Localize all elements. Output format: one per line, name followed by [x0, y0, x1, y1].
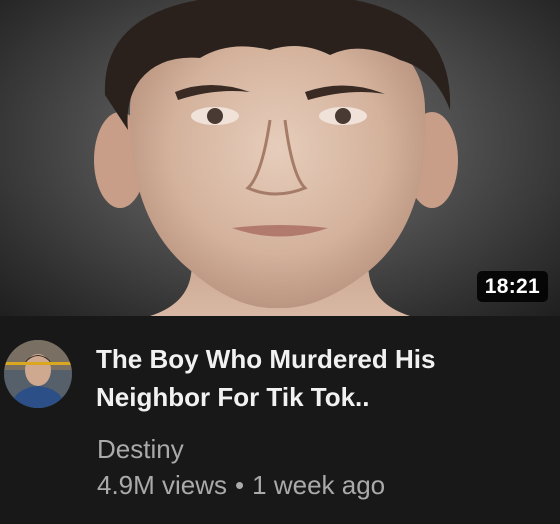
- thumbnail-image: [94, 0, 458, 316]
- video-card[interactable]: 18:21 The Boy Who Murdered His Neighbor …: [0, 0, 560, 524]
- avatar-icon: [4, 340, 72, 408]
- view-count: 4.9M views: [97, 470, 228, 500]
- duration-badge: 18:21: [476, 271, 548, 302]
- channel-avatar[interactable]: [4, 340, 72, 408]
- video-stats: 4.9M views • 1 week ago: [97, 468, 385, 502]
- video-title[interactable]: The Boy Who Murdered His Neighbor For Ti…: [96, 340, 536, 416]
- video-thumbnail[interactable]: 18:21: [0, 0, 560, 316]
- channel-name[interactable]: Destiny: [97, 432, 184, 466]
- upload-age: 1 week ago: [252, 470, 386, 500]
- separator-dot: •: [235, 470, 245, 500]
